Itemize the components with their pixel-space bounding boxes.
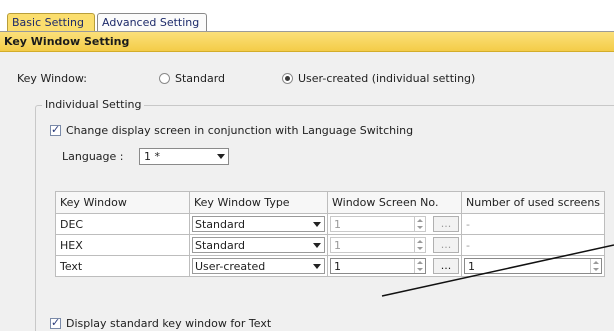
table-header-row: Key Window Key Window Type Window Screen…	[55, 191, 606, 214]
header-number-of-used-screens: Number of used screens	[460, 191, 606, 214]
type-select-value: Standard	[195, 239, 246, 252]
radio-user-created[interactable]	[282, 73, 293, 84]
key-window-type-select[interactable]: Standard	[192, 237, 325, 253]
language-select[interactable]: 1 *	[139, 148, 229, 165]
radio-user-created-label[interactable]: User-created (individual setting)	[298, 72, 475, 85]
row-used-screens-cell: 1	[460, 255, 606, 277]
row-type-cell: User-created	[189, 255, 328, 277]
row-key-window: HEX	[55, 234, 190, 256]
change-display-checkbox[interactable]	[50, 123, 61, 136]
table-row: DEC Standard 1 ... -	[55, 213, 606, 235]
row-screen-no-cell: 1 ...	[327, 255, 462, 277]
browse-button: ...	[433, 237, 459, 253]
window-screen-no-spinner: 1	[330, 216, 426, 232]
row-key-window: DEC	[55, 213, 190, 235]
row-used-screens: -	[460, 213, 606, 235]
browse-button[interactable]: ...	[433, 258, 459, 274]
row-screen-no-cell: 1 ...	[327, 234, 462, 256]
screen: Basic Setting Advanced Setting Key Windo…	[0, 0, 614, 331]
key-window-label: Key Window:	[17, 72, 87, 85]
chevron-down-icon	[313, 222, 321, 227]
key-window-type-select[interactable]: Standard	[192, 216, 325, 232]
chevron-down-icon	[313, 264, 321, 269]
radio-standard[interactable]	[159, 73, 170, 84]
display-standard-checkbox[interactable]	[50, 316, 61, 329]
header-key-window: Key Window	[55, 191, 190, 214]
display-standard-label[interactable]: Display standard key window for Text	[66, 317, 271, 330]
header-key-window-type: Key Window Type	[189, 191, 328, 214]
spinner-arrows-icon[interactable]	[590, 259, 601, 273]
individual-setting-title: Individual Setting	[42, 98, 145, 111]
table-row: Text User-created 1 ... 1	[55, 255, 606, 277]
table-row: HEX Standard 1 ... -	[55, 234, 606, 256]
spinner-arrows-icon[interactable]	[414, 259, 425, 273]
spinner-value: 1	[468, 260, 475, 273]
browse-button: ...	[433, 216, 459, 232]
tab-bar: Basic Setting Advanced Setting	[0, 13, 614, 31]
section-header-key-window-setting: Key Window Setting	[0, 32, 614, 52]
tab-basic-setting[interactable]: Basic Setting	[7, 13, 95, 31]
spinner-arrows-icon	[414, 238, 425, 252]
language-select-value: 1 *	[144, 150, 160, 163]
chevron-down-icon	[217, 154, 225, 159]
key-window-type-select[interactable]: User-created	[192, 258, 325, 274]
row-type-cell: Standard	[189, 213, 328, 235]
language-label: Language :	[62, 150, 124, 163]
row-used-screens: -	[460, 234, 606, 256]
chevron-down-icon	[313, 243, 321, 248]
key-window-table: Key Window Key Window Type Window Screen…	[55, 191, 606, 277]
row-key-window: Text	[55, 255, 190, 277]
type-select-value: Standard	[195, 218, 246, 231]
window-screen-no-spinner: 1	[330, 237, 426, 253]
spinner-arrows-icon	[414, 217, 425, 231]
row-type-cell: Standard	[189, 234, 328, 256]
header-window-screen-no: Window Screen No.	[327, 191, 462, 214]
used-screens-spinner[interactable]: 1	[464, 258, 603, 274]
type-select-value: User-created	[195, 260, 266, 273]
spinner-value: 1	[334, 260, 341, 273]
change-display-label[interactable]: Change display screen in conjunction wit…	[66, 124, 413, 137]
spinner-value: 1	[334, 239, 341, 252]
tab-advanced-setting[interactable]: Advanced Setting	[97, 13, 207, 31]
window-screen-no-spinner[interactable]: 1	[330, 258, 426, 274]
row-screen-no-cell: 1 ...	[327, 213, 462, 235]
spinner-value: 1	[334, 218, 341, 231]
radio-standard-label[interactable]: Standard	[175, 72, 225, 85]
